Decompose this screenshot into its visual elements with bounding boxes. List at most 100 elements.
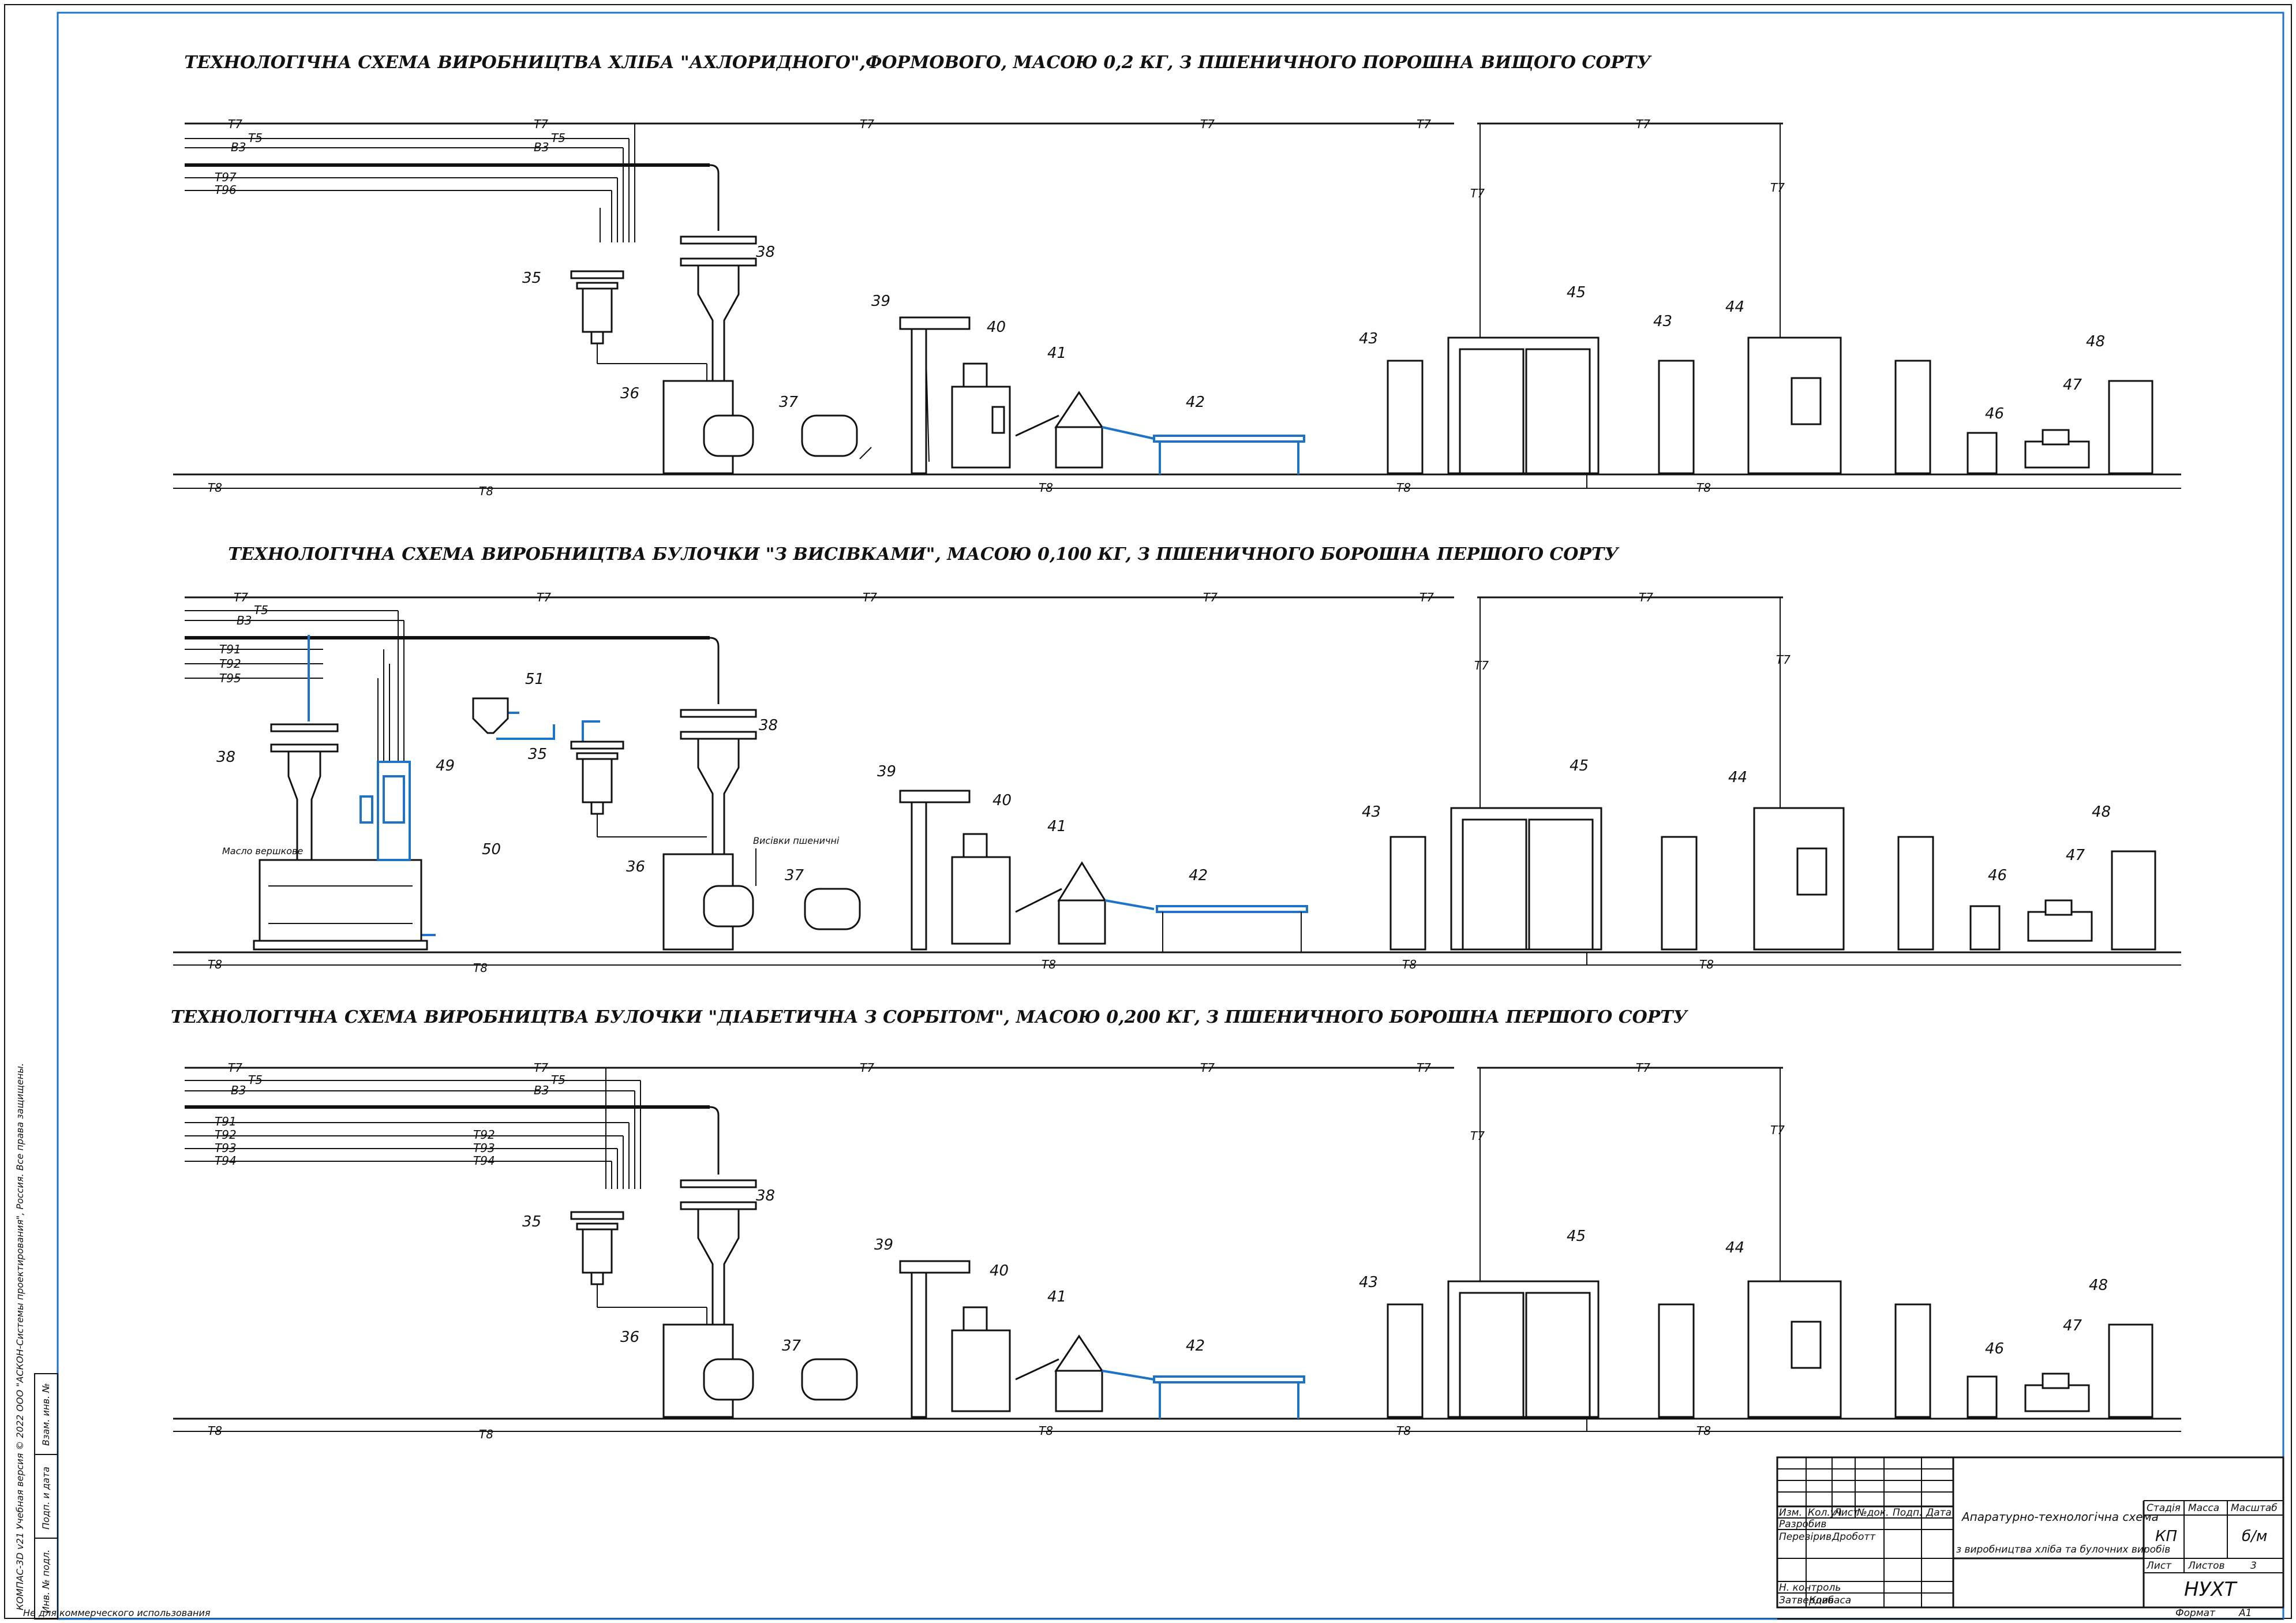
equipment-36-mixer-2	[662, 848, 861, 951]
equipment-48-cart-1	[2108, 380, 2153, 474]
marker-2-49: 49	[436, 757, 455, 775]
pipe-label-3-b3: B3	[231, 1083, 246, 1097]
pipe-label-t5-mid: T5	[551, 131, 565, 145]
marker-42: 42	[1186, 394, 1205, 411]
tb-doc-title-2: з виробництва хліба та булочних виробів	[1956, 1544, 2170, 1555]
pipe-label-3-t7-b: T7	[1200, 1061, 1215, 1075]
tb-sheets-hdr: Листов	[2188, 1560, 2225, 1572]
inner-frame	[57, 12, 2284, 1620]
marker-2-50: 50	[482, 841, 501, 858]
pipe-label-t8-e: T8	[1696, 481, 1711, 495]
marker-2-51: 51	[525, 671, 544, 688]
marker-44: 44	[1725, 298, 1744, 316]
equipment-38-cyclone-1	[680, 235, 757, 382]
pipe-label-t8-c: T8	[1039, 481, 1053, 495]
tb-col-list: Лист	[1833, 1507, 1859, 1519]
noncommercial-note: Не для коммерческого использования	[23, 1607, 211, 1618]
pipe-label-2-t8-d: T8	[1402, 958, 1417, 971]
drawing-sheet: ТЕХНОЛОГІЧНА СХЕМА ВИРОБНИЦТВА ХЛІБА "АХ…	[4, 4, 2292, 1620]
tb-col-izm: Изм.	[1779, 1507, 1802, 1519]
pipe-label-t7-top-d: T7	[1636, 117, 1650, 131]
marker-2-42: 42	[1189, 867, 1208, 884]
equipment-44-oven-2	[1753, 807, 1845, 951]
equipment-rack-3b	[1658, 1303, 1695, 1418]
pipe-label-2-t8-b: T8	[473, 961, 488, 975]
outer-frame	[4, 4, 2292, 1619]
pipe-label-t7-mid: T7	[534, 117, 548, 131]
marker-2-37: 37	[785, 867, 804, 884]
equipment-rack-1c	[1894, 360, 1931, 474]
marker-3-47: 47	[2063, 1317, 2082, 1334]
pipelines-1	[173, 122, 2181, 489]
marker-43b: 43	[1653, 313, 1672, 330]
pipe-label-2-b3: B3	[237, 614, 252, 627]
pipe-label-2-t7-c: T7	[1203, 590, 1218, 604]
pipe-label-2-t7: T7	[234, 590, 248, 604]
pipe-label-t96: T96	[215, 183, 237, 197]
pipe-label-3-t8-c: T8	[1039, 1424, 1053, 1438]
marker-2-43: 43	[1362, 803, 1381, 821]
pipe-label-3-t8-d: T8	[1396, 1424, 1411, 1438]
equipment-36-mixer-3	[662, 1323, 858, 1418]
marker-43a: 43	[1359, 330, 1378, 347]
equipment-43-rack-2a	[1389, 836, 1426, 951]
scheme-3: ТЕХНОЛОГІЧНА СХЕМА ВИРОБНИЦТВА БУЛОЧКИ "…	[171, 1007, 2181, 1441]
pipe-drop-2-t7-b: T7	[1776, 653, 1791, 667]
marker-3-46: 46	[1985, 1340, 2004, 1358]
marker-3-38: 38	[756, 1187, 775, 1205]
equipment-41-rounder-3	[1015, 1334, 1104, 1412]
marker-48: 48	[2086, 333, 2105, 350]
tb-scale-val: б/м	[2242, 1528, 2267, 1545]
pipe-label-3-t5-mid: T5	[551, 1073, 565, 1087]
pipe-label-2-t5: T5	[254, 603, 268, 617]
pipe-label-2-t7-d: T7	[1419, 590, 1434, 604]
equipment-38-cyclone-3	[680, 1179, 757, 1326]
pipe-label-b3: B3	[231, 140, 246, 154]
pipe-label-3-t8-e: T8	[1696, 1424, 1711, 1438]
equipment-41-rounder-2	[1015, 861, 1107, 945]
equipment-38-cyclone-2a	[270, 723, 339, 861]
tb-utv-name: Ковбаса	[1809, 1595, 1851, 1606]
marker-3-45: 45	[1567, 1228, 1586, 1245]
pipe-drop-t7-a: T7	[1470, 186, 1485, 200]
equipment-35-dosing-3	[570, 1211, 707, 1325]
pipe-label-t97: T97	[215, 170, 237, 184]
equipment-43-rack-1a	[1387, 360, 1424, 474]
pipe-label-3-t92: T92	[215, 1128, 237, 1142]
pipe-label-3-b3-mid: B3	[534, 1083, 549, 1097]
marker-2-36: 36	[626, 858, 645, 876]
pipe-label-t7: T7	[228, 117, 242, 131]
tb-col-data: Дата	[1926, 1507, 1952, 1519]
pipe-label-2-t91: T91	[219, 642, 241, 656]
pipe-label-3-t8-a: T8	[208, 1424, 222, 1438]
pipe-label-3-t93-mid: T93	[473, 1141, 495, 1155]
equipment-40-divider-3	[951, 1306, 1011, 1412]
tb-row-prov: Перевірив	[1779, 1531, 1831, 1543]
tb-row-nkontr: Н. контроль	[1779, 1582, 1841, 1594]
pipe-label-t7-top-a: T7	[860, 117, 874, 131]
marker-2-38a: 38	[216, 749, 235, 766]
marker-2-41: 41	[1047, 818, 1066, 835]
pipe-drop-3-t7-a: T7	[1470, 1129, 1485, 1143]
equipment-51-hopper-2	[472, 697, 509, 734]
pipe-label-3-t7-mid: T7	[534, 1061, 548, 1075]
marker-2-35: 35	[528, 746, 547, 763]
marker-2-48: 48	[2092, 803, 2111, 821]
equipment-47-packer-2	[2027, 899, 2093, 942]
pipe-label-b3-mid: B3	[534, 140, 549, 154]
note-butter: Масло вершкове	[222, 846, 303, 857]
pipe-label-2-t8-c: T8	[1042, 958, 1056, 971]
marker-47: 47	[2063, 376, 2082, 394]
scheme-1-title: ТЕХНОЛОГІЧНА СХЕМА ВИРОБНИЦТВА ХЛІБА "АХ…	[184, 53, 1652, 73]
marker-39: 39	[871, 293, 890, 310]
marker-3-37: 37	[782, 1337, 801, 1355]
pipe-label-3-t91: T91	[215, 1115, 237, 1128]
pipe-label-3-t92-mid: T92	[473, 1128, 495, 1142]
marker-3-48: 48	[2089, 1277, 2108, 1294]
tb-sheets-val: 3	[2250, 1560, 2257, 1572]
pipe-drop-3-t7-b: T7	[1770, 1123, 1785, 1137]
marker-3-40: 40	[990, 1262, 1009, 1280]
pipe-label-t8-a: T8	[208, 481, 222, 495]
marker-41: 41	[1047, 345, 1066, 362]
equipment-48-cart-2	[2111, 850, 2156, 951]
